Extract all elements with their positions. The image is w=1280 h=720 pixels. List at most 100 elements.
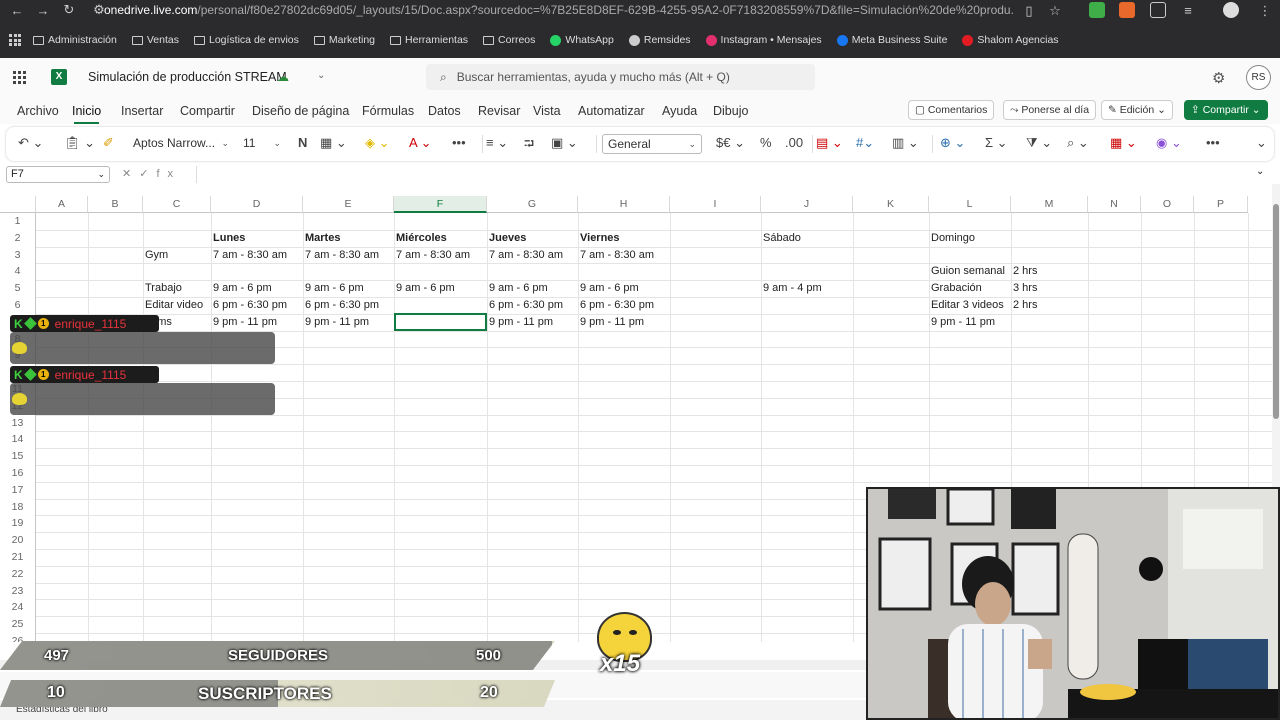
row-header[interactable]: 25 <box>0 616 36 633</box>
cell-h5[interactable]: 9 am - 6 pm <box>578 282 639 294</box>
menu-tab[interactable]: Archivo <box>17 104 59 118</box>
undo-icon[interactable]: ↶ ⌄ <box>18 135 43 151</box>
back-icon[interactable]: ← <box>4 3 30 18</box>
name-box[interactable]: F7 ⌄ <box>6 166 110 183</box>
cell-g6[interactable]: 6 pm - 6:30 pm <box>487 299 563 311</box>
formula-actions[interactable]: ✕✓fx <box>122 167 181 180</box>
document-title[interactable]: Simulación de producción STREAM <box>88 70 287 84</box>
cell-f2[interactable]: Miércoles <box>394 232 447 244</box>
addins-icon[interactable]: ▦ ⌄ <box>1110 135 1137 151</box>
app-launcher-icon[interactable] <box>13 71 26 84</box>
percent-icon[interactable]: % <box>760 135 772 150</box>
cell-e2[interactable]: Martes <box>303 232 340 244</box>
sort-filter-icon[interactable]: ⧩ ⌄ <box>1026 135 1052 151</box>
align-icon[interactable]: ≡ ⌄ <box>486 135 508 151</box>
font-name-dropdown[interactable]: Aptos Narrow... ⌄ <box>128 134 234 154</box>
more-icon[interactable]: ⋮ <box>1252 3 1278 19</box>
find-icon[interactable]: ⌕ ⌄ <box>1067 135 1089 151</box>
more-icon[interactable]: ••• <box>452 135 466 150</box>
menu-tab[interactable]: Revisar <box>478 104 520 118</box>
cell-g3[interactable]: 7 am - 8:30 am <box>487 249 563 261</box>
row-header[interactable]: 19 <box>0 515 36 533</box>
cell-c6[interactable]: Editar video <box>143 299 203 311</box>
column-header[interactable]: E <box>303 196 394 213</box>
wrap-text-icon[interactable]: ⮒ <box>524 135 534 157</box>
cell-d5[interactable]: 9 am - 6 pm <box>211 282 272 294</box>
catchup-button[interactable]: ⤳ Ponerse al día <box>1003 100 1097 120</box>
cell-m5[interactable]: 3 hrs <box>1011 282 1037 294</box>
scroll-thumb[interactable] <box>1273 204 1279 419</box>
row-header[interactable]: 5 <box>0 280 36 297</box>
puzzle-icon[interactable] <box>1150 2 1166 18</box>
column-header[interactable]: F <box>394 196 487 213</box>
bookmark-item[interactable]: Marketing <box>313 34 375 46</box>
row-header[interactable]: 17 <box>0 481 36 499</box>
bookmark-item[interactable]: Ventas <box>131 34 179 46</box>
bookmark-item[interactable]: Remsides <box>628 34 691 46</box>
gear-icon[interactable]: ⚙ <box>1212 69 1225 87</box>
cell-h2[interactable]: Viernes <box>578 232 620 244</box>
selected-cell[interactable] <box>394 312 487 331</box>
cell-j5[interactable]: 9 am - 4 pm <box>761 282 822 294</box>
menu-tab[interactable]: Automatizar <box>578 104 645 118</box>
cell-h7[interactable]: 9 pm - 11 pm <box>578 316 644 328</box>
column-header[interactable]: J <box>761 196 853 213</box>
menu-tab[interactable]: Ayuda <box>662 104 697 118</box>
menu-tab[interactable]: Inicio <box>72 104 101 124</box>
menu-tab[interactable]: Dibujo <box>713 104 748 118</box>
bookmark-item[interactable]: Administración <box>33 34 117 46</box>
cell-j2[interactable]: Sábado <box>761 232 801 244</box>
cell-l6[interactable]: Editar 3 videos <box>929 299 1004 311</box>
row-header[interactable]: 15 <box>0 448 36 465</box>
cell-c3[interactable]: Gym <box>143 249 168 261</box>
star-icon[interactable]: ☆ <box>1042 3 1068 19</box>
row-header[interactable]: 4 <box>0 263 36 281</box>
profile-icon[interactable] <box>1223 2 1239 18</box>
menu-lines-icon[interactable]: ≡ <box>1175 3 1201 18</box>
clipboard-icon[interactable]: ▯ <box>1016 3 1042 19</box>
row-header[interactable]: 1 <box>0 213 36 230</box>
cell-f3[interactable]: 7 am - 8:30 am <box>394 249 470 261</box>
cell-d2[interactable]: Lunes <box>211 232 245 244</box>
number-format-dropdown[interactable]: General ⌄ <box>602 134 702 154</box>
menu-tab[interactable]: Insertar <box>121 104 163 118</box>
cell-m6[interactable]: 2 hrs <box>1011 299 1037 311</box>
column-header[interactable]: A <box>36 196 88 213</box>
column-header[interactable]: H <box>578 196 670 213</box>
column-header[interactable]: B <box>88 196 143 213</box>
reload-icon[interactable]: ↻ <box>56 2 82 18</box>
extension-icon[interactable] <box>1089 2 1105 18</box>
extension-icon[interactable] <box>1119 2 1135 18</box>
cell-d7[interactable]: 9 pm - 11 pm <box>211 316 277 328</box>
forward-icon[interactable]: → <box>30 3 56 18</box>
select-all-corner[interactable] <box>0 196 36 213</box>
paste-icon[interactable]: 📋︎ ⌄ <box>64 135 95 151</box>
menu-tab[interactable]: Diseño de página <box>252 104 349 118</box>
bookmark-item[interactable]: Shalom Agencias <box>962 34 1059 46</box>
bookmark-item[interactable]: Correos <box>483 34 535 46</box>
row-header[interactable]: 18 <box>0 498 36 516</box>
borders-icon[interactable]: ▦ ⌄ <box>320 135 347 151</box>
column-header[interactable]: N <box>1088 196 1141 213</box>
insert-cells-icon[interactable]: ⊕ ⌄ <box>940 135 965 151</box>
cell-e6[interactable]: 6 pm - 6:30 pm <box>303 299 379 311</box>
column-header[interactable]: P <box>1194 196 1248 213</box>
row-header[interactable]: 3 <box>0 246 36 264</box>
cell-g5[interactable]: 9 am - 6 pm <box>487 282 548 294</box>
row-header[interactable]: 23 <box>0 582 36 600</box>
menu-tab[interactable]: Compartir <box>180 104 235 118</box>
row-header[interactable]: 14 <box>0 431 36 449</box>
bookmark-item[interactable]: Meta Business Suite <box>836 34 947 46</box>
currency-icon[interactable]: $€ ⌄ <box>716 135 745 151</box>
row-header[interactable]: 21 <box>0 549 36 566</box>
column-header[interactable]: I <box>670 196 761 213</box>
menu-tab[interactable]: Datos <box>428 104 461 118</box>
bookmark-item[interactable]: Herramientas <box>390 34 468 46</box>
merge-icon[interactable]: ▣ ⌄ <box>551 135 578 151</box>
search-box[interactable]: ⌕ Buscar herramientas, ayuda y mucho más… <box>426 64 815 90</box>
column-header[interactable]: D <box>211 196 303 213</box>
cell-h6[interactable]: 6 pm - 6:30 pm <box>578 299 654 311</box>
cell-e5[interactable]: 9 am - 6 pm <box>303 282 364 294</box>
menu-tab[interactable]: Fórmulas <box>362 104 414 118</box>
cell-e7[interactable]: 9 pm - 11 pm <box>303 316 369 328</box>
